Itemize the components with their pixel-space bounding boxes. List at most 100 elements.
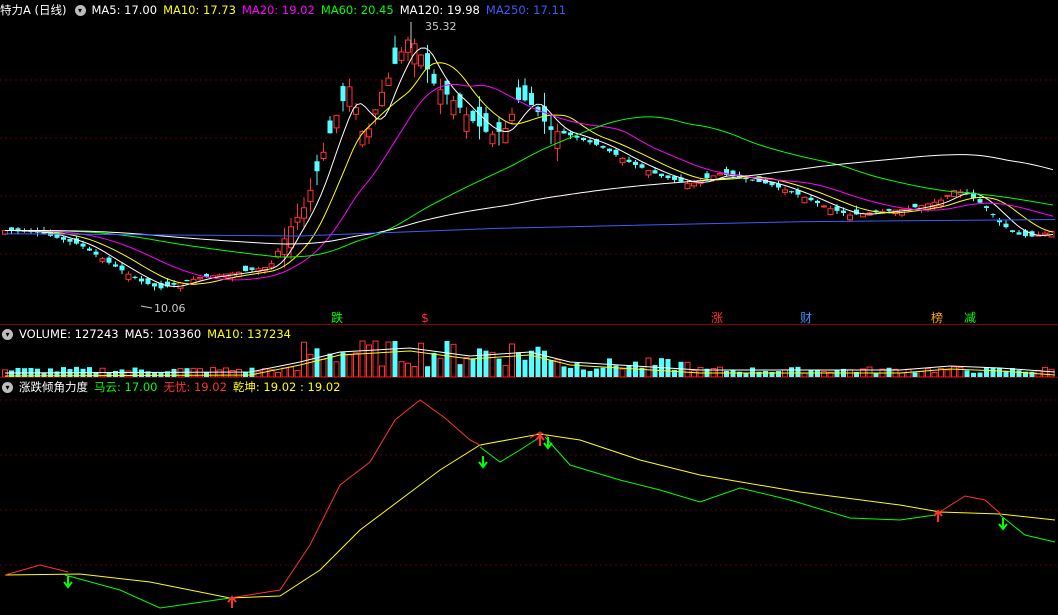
candle-body bbox=[431, 73, 437, 84]
candle-body bbox=[619, 157, 626, 164]
volume-bar bbox=[1042, 366, 1048, 378]
volume-bar bbox=[379, 365, 385, 378]
volume-bar bbox=[561, 366, 567, 377]
candle-body bbox=[61, 237, 66, 240]
volume-bar bbox=[444, 341, 450, 377]
volume-ma5-label: MA5: 103360 bbox=[124, 327, 202, 341]
ma60-label: MA60: 20.45 bbox=[320, 3, 394, 17]
stock-title: 特力A (日线) bbox=[0, 3, 67, 17]
volume-bar bbox=[789, 367, 794, 377]
candle-body bbox=[789, 191, 794, 193]
candle-body bbox=[645, 170, 652, 176]
volume-bar bbox=[372, 340, 379, 378]
volume-bar bbox=[437, 357, 444, 378]
candle-body bbox=[587, 140, 593, 143]
high-price-label: 35.32 bbox=[425, 20, 457, 33]
candle-body bbox=[841, 210, 846, 213]
volume-bar bbox=[834, 370, 840, 377]
candle-body bbox=[808, 197, 814, 201]
ma5-label: MA5: 17.00 bbox=[91, 3, 158, 17]
candle-body bbox=[581, 137, 586, 141]
candle-body bbox=[132, 276, 138, 278]
candle-body bbox=[984, 206, 989, 208]
candle-body bbox=[659, 173, 664, 177]
candle-body bbox=[333, 114, 340, 129]
candle-body bbox=[489, 133, 496, 145]
chevron-down-icon[interactable]: ▾ bbox=[2, 329, 13, 340]
candle-body bbox=[405, 39, 411, 53]
candle-body bbox=[633, 161, 638, 165]
volume-bar bbox=[340, 352, 346, 377]
candle-body bbox=[607, 148, 612, 152]
volume-bar bbox=[405, 362, 411, 378]
chart-canvas[interactable]: 35.32 10.06 跌 $ 涨 财 榜 减 bbox=[0, 0, 1058, 615]
volume-bar bbox=[717, 366, 723, 378]
candle-body bbox=[197, 277, 203, 280]
candle-body bbox=[450, 100, 457, 116]
volume-bar bbox=[619, 368, 626, 378]
candle-body bbox=[243, 265, 248, 272]
candle-body bbox=[626, 159, 632, 162]
volume-bar bbox=[346, 354, 353, 378]
buy-arrow-icon bbox=[535, 433, 545, 446]
mayun-line bbox=[64, 574, 231, 609]
candle-body bbox=[704, 173, 710, 179]
candle-body bbox=[548, 126, 554, 130]
sell-arrow-icon bbox=[543, 437, 553, 450]
candle-body bbox=[67, 238, 73, 242]
volume-bar bbox=[905, 368, 912, 378]
chevron-down-icon[interactable]: ▾ bbox=[74, 5, 86, 16]
candle-body bbox=[782, 189, 788, 193]
ma250-label: MA250: 17.11 bbox=[485, 3, 567, 17]
sell-arrow-icon bbox=[63, 576, 73, 589]
volume-bar bbox=[385, 341, 392, 378]
qiankun-label: 乾坤: 19.02 : 19.02 bbox=[232, 380, 341, 394]
event-marker: 榜 bbox=[931, 310, 943, 325]
candle-body bbox=[314, 161, 320, 172]
candle-body bbox=[886, 209, 892, 211]
volume-bar bbox=[613, 365, 619, 377]
candle-body bbox=[418, 54, 424, 67]
volume-bar bbox=[600, 367, 606, 377]
ma120-line bbox=[4, 154, 1054, 245]
volume-bar bbox=[489, 351, 496, 378]
volume-bar bbox=[457, 364, 463, 377]
volume-bar bbox=[236, 369, 242, 378]
candle-body bbox=[372, 109, 379, 115]
buy-arrow-icon bbox=[227, 595, 237, 608]
candle-body bbox=[379, 91, 385, 107]
candle-body bbox=[652, 170, 658, 174]
candle-body bbox=[398, 51, 405, 61]
volume-bar bbox=[1048, 368, 1055, 378]
indicator-panel-header: ▾ 涨跌倾角力度 马云: 17.00 无忧: 19.02 乾坤: 19.02 : 19.… bbox=[0, 378, 346, 396]
event-marker: 财 bbox=[800, 311, 812, 325]
volume-bar bbox=[425, 366, 430, 377]
chevron-down-icon[interactable]: ▾ bbox=[2, 382, 13, 393]
candle-body bbox=[600, 146, 606, 148]
volume-bar bbox=[353, 352, 359, 378]
volume-bar bbox=[333, 361, 340, 378]
low-pointer bbox=[140, 305, 153, 309]
candle-body bbox=[139, 278, 144, 282]
volume-panel-header: ▾ VOLUME: 127243 MA5: 103360 MA10: 137234 bbox=[0, 325, 297, 343]
volume-bar bbox=[925, 368, 931, 378]
candle-body bbox=[827, 208, 834, 216]
candle-body bbox=[301, 207, 307, 219]
candle-body bbox=[366, 128, 372, 138]
event-marker: 跌 bbox=[331, 310, 343, 325]
volume-bar bbox=[886, 367, 892, 377]
candle-body bbox=[684, 183, 691, 190]
candle-body bbox=[249, 267, 255, 270]
candle-body bbox=[87, 248, 92, 251]
volume-bar bbox=[314, 348, 320, 377]
mayun-line bbox=[544, 436, 936, 521]
volume-bar bbox=[463, 356, 470, 378]
ma250-line bbox=[4, 219, 1056, 237]
candle-body bbox=[152, 283, 157, 287]
volume-bar bbox=[542, 350, 547, 377]
volume-bar bbox=[1016, 370, 1022, 377]
wuyou-line bbox=[4, 564, 69, 576]
candle-body bbox=[106, 257, 112, 263]
volume-bar bbox=[450, 343, 457, 378]
candle-body bbox=[502, 128, 509, 144]
